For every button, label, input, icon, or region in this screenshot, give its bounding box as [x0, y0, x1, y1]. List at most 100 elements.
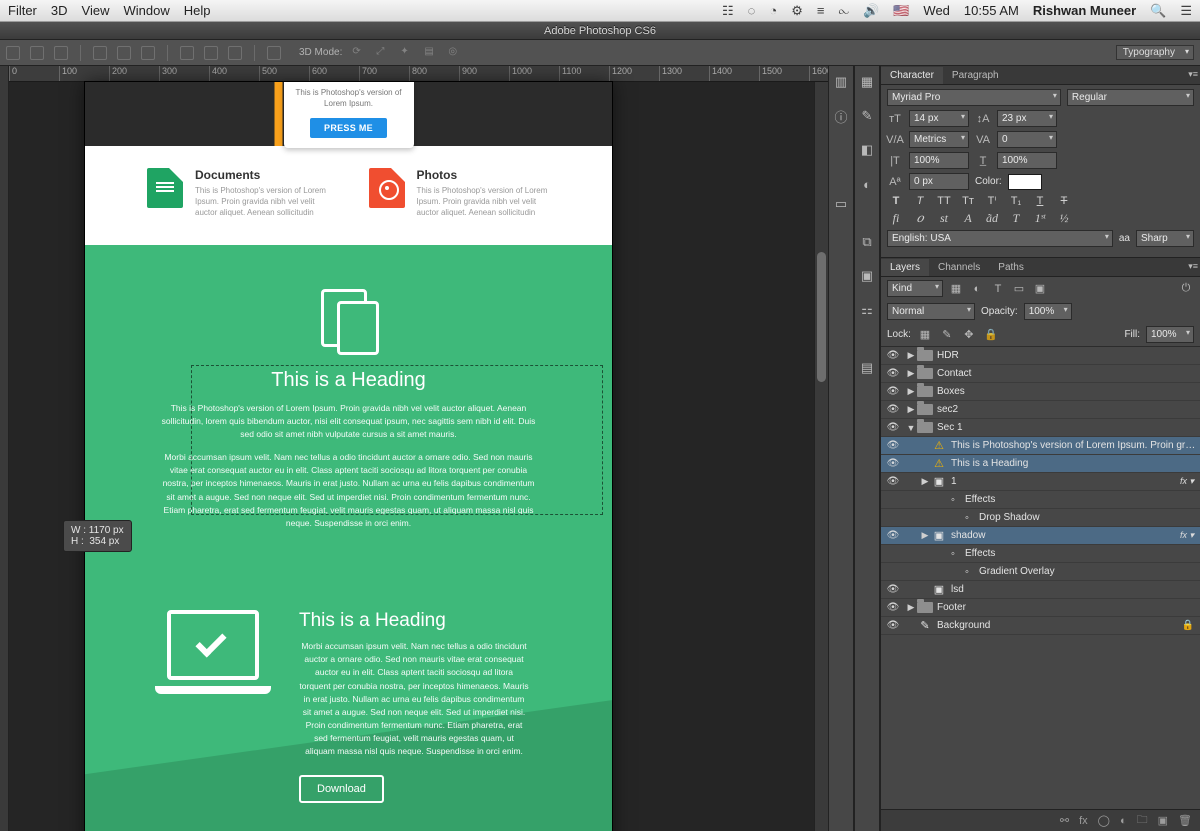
vertical-scrollbar[interactable]	[814, 82, 828, 831]
clone-panel-icon[interactable]: ⧉	[857, 232, 877, 252]
tab-paths[interactable]: Paths	[989, 259, 1033, 276]
align-v1-icon[interactable]	[180, 46, 194, 60]
kerning-field[interactable]: Metrics	[909, 131, 969, 148]
menu-filter[interactable]: Filter	[8, 3, 37, 18]
layer-fx-badge[interactable]: fx ▾	[1180, 530, 1200, 541]
layer-row[interactable]: 👁▶ Boxes	[881, 383, 1200, 401]
font-family-field[interactable]: Myriad Pro	[887, 89, 1061, 106]
distribute-1-icon[interactable]	[93, 46, 107, 60]
layer-row[interactable]: 👁▶▣1fx ▾	[881, 473, 1200, 491]
layer-row[interactable]: 👁⚠This is a Heading	[881, 455, 1200, 473]
link-layers-icon[interactable]: ⚯	[1060, 814, 1069, 827]
flag-us-icon[interactable]: 🇺🇸	[893, 3, 909, 19]
info-panel-icon[interactable]: ⓘ	[831, 106, 851, 126]
layer-name[interactable]: Effects	[965, 494, 1200, 505]
layer-name[interactable]: Effects	[965, 548, 1200, 559]
filter-shape-icon[interactable]: ▭	[1011, 281, 1027, 297]
ot-titling-button[interactable]: T	[1007, 211, 1025, 226]
align-v3-icon[interactable]	[228, 46, 242, 60]
lock-all-icon[interactable]: 🔒	[983, 327, 999, 343]
ot-ordinals-button[interactable]: 1ˢᵗ	[1031, 211, 1049, 226]
font-style-field[interactable]: Regular	[1067, 89, 1194, 106]
layer-visibility-icon[interactable]: 👁	[881, 530, 905, 541]
sync-icon[interactable]: ☷	[722, 3, 734, 19]
layer-visibility-icon[interactable]: 👁	[881, 386, 905, 397]
baseline-field[interactable]: 0 px	[909, 173, 969, 190]
layer-name[interactable]: Gradient Overlay	[979, 566, 1200, 577]
layer-name[interactable]: sec2	[937, 404, 1200, 415]
auto-align-icon[interactable]	[267, 46, 281, 60]
layer-row[interactable]: ◦Drop Shadow	[881, 509, 1200, 527]
styles-panel-icon[interactable]: ◧	[857, 140, 877, 160]
adjustments-panel-icon[interactable]: ◐	[857, 174, 877, 194]
layer-disclosure-icon[interactable]: ▶	[905, 386, 917, 397]
clock-time[interactable]: 10:55 AM	[964, 3, 1019, 18]
layer-row[interactable]: 👁▶Footer	[881, 599, 1200, 617]
language-field[interactable]: English: USA	[887, 230, 1113, 247]
properties-panel-icon[interactable]: ⚏	[857, 300, 877, 320]
layer-fx-icon[interactable]: fx	[1079, 815, 1088, 827]
opacity-field[interactable]: 100%	[1024, 303, 1072, 320]
layers-tree[interactable]: 👁▶HDR👁▶Contact👁▶Boxes👁▶sec2👁▼Sec 1👁⚠This…	[881, 347, 1200, 809]
tab-channels[interactable]: Channels	[929, 259, 989, 276]
align-right-icon[interactable]	[54, 46, 68, 60]
ot-swash-button[interactable]: 𝑜	[911, 211, 929, 226]
layer-name[interactable]: Boxes	[937, 386, 1200, 397]
layer-mask-icon[interactable]: ◯	[1098, 814, 1110, 827]
layer-name[interactable]: This is a Heading	[951, 458, 1200, 469]
tab-character[interactable]: Character	[881, 67, 943, 84]
layer-visibility-icon[interactable]: 👁	[881, 350, 905, 361]
layer-visibility-icon[interactable]: 👁	[881, 620, 905, 631]
layer-visibility-icon[interactable]: 👁	[881, 404, 905, 415]
notification-center-icon[interactable]: ☰	[1180, 3, 1192, 19]
clock-day[interactable]: Wed	[923, 3, 950, 18]
layer-name[interactable]: shadow	[951, 530, 1180, 541]
layer-row[interactable]: 👁▼Sec 1	[881, 419, 1200, 437]
ot-ad-button[interactable]: ãd	[983, 211, 1001, 226]
layer-row[interactable]: 👁▶▣shadowfx ▾	[881, 527, 1200, 545]
new-layer-icon[interactable]: ▣	[1158, 814, 1168, 827]
layer-disclosure-icon[interactable]: ▶	[905, 602, 917, 613]
volume-icon[interactable]: 🔊	[863, 3, 879, 19]
small-caps-button[interactable]: Tᴛ	[959, 195, 977, 207]
distribute-3-icon[interactable]	[141, 46, 155, 60]
menu-window[interactable]: Window	[123, 3, 169, 18]
vscale-field[interactable]: 100%	[909, 152, 969, 169]
layer-disclosure-icon[interactable]: ▶	[919, 476, 931, 487]
filter-adjust-icon[interactable]: ◐	[969, 281, 985, 297]
layer-fx-badge[interactable]: fx ▾	[1180, 476, 1200, 487]
navigator-panel-icon[interactable]: ▣	[857, 266, 877, 286]
layer-row[interactable]: ◦Effects	[881, 545, 1200, 563]
filter-smart-icon[interactable]: ▣	[1032, 281, 1048, 297]
layer-name[interactable]: lsd	[951, 584, 1200, 595]
menubar-user[interactable]: Rishwan Muneer	[1033, 3, 1136, 18]
timeline-panel-icon[interactable]: ▤	[857, 358, 877, 378]
layer-row[interactable]: 👁▶HDR	[881, 347, 1200, 365]
superscript-button[interactable]: Tⁱ	[983, 194, 1001, 207]
spotlight-icon[interactable]: 🔍	[1150, 3, 1166, 19]
distribute-2-icon[interactable]	[117, 46, 131, 60]
cloud-icon[interactable]: ◌	[748, 3, 756, 18]
filter-type-icon[interactable]: T	[990, 281, 1006, 297]
ot-fractions-button[interactable]: ½	[1055, 211, 1073, 226]
filter-kind[interactable]: Kind	[887, 280, 943, 297]
layer-name[interactable]: This is Photoshop's version of Lorem Ips…	[951, 440, 1200, 451]
menu-view[interactable]: View	[82, 3, 110, 18]
layer-name[interactable]: HDR	[937, 350, 1200, 361]
swatches-panel-icon[interactable]: ▦	[857, 72, 877, 92]
lock-pixels-icon[interactable]: ✎	[939, 327, 955, 343]
layer-row[interactable]: 👁✎Background🔒	[881, 617, 1200, 635]
horizontal-ruler[interactable]: 0100200300400500600700800900100011001200…	[9, 66, 828, 82]
press-me-button[interactable]: PRESS ME	[310, 118, 387, 138]
actions-panel-icon[interactable]: ▭	[831, 194, 851, 214]
hscale-field[interactable]: 100%	[997, 152, 1057, 169]
align-left-icon[interactable]	[6, 46, 20, 60]
layer-row[interactable]: ◦Effects	[881, 491, 1200, 509]
panel-menu-icon[interactable]: ▾≡	[1188, 69, 1198, 80]
filter-toggle-icon[interactable]: ⏻	[1178, 281, 1194, 297]
lock-transparent-icon[interactable]: ▦	[917, 327, 933, 343]
filter-pixel-icon[interactable]: ▦	[948, 281, 964, 297]
tab-paragraph[interactable]: Paragraph	[943, 67, 1008, 84]
leading-field[interactable]: 23 px	[997, 110, 1057, 127]
hamburger-icon[interactable]: ≡	[817, 3, 825, 18]
